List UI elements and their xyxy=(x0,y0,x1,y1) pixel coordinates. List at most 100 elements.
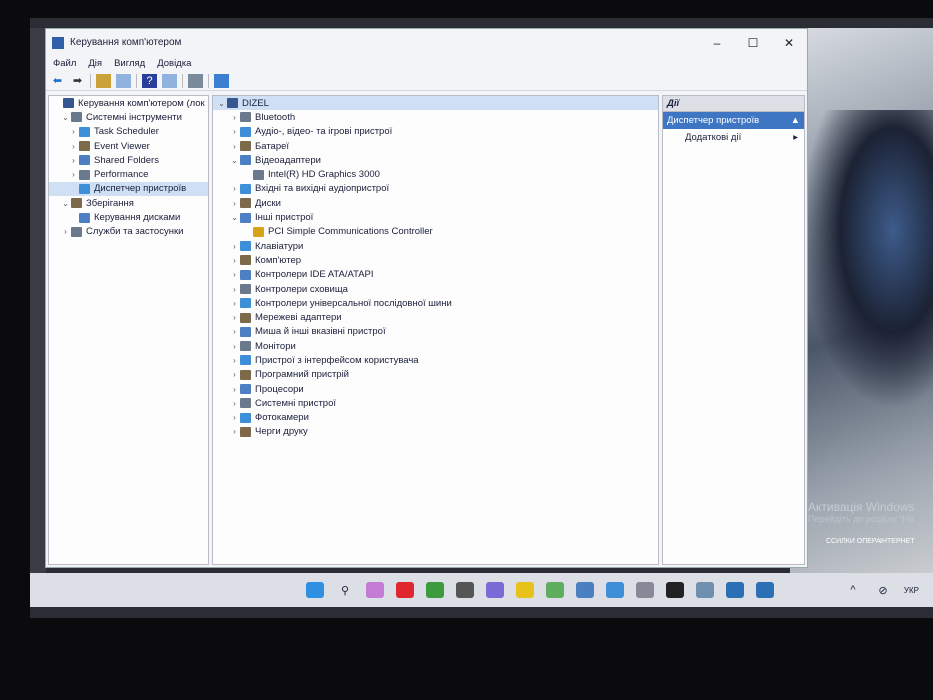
tree-item[interactable]: ⌄ Зберігання xyxy=(49,196,208,210)
tree-item[interactable]: › Контролери універсальної послідовної ши… xyxy=(213,296,658,310)
tree-item[interactable]: › Миша й інші вказівні пристрої xyxy=(213,325,658,339)
help-icon[interactable]: ? xyxy=(142,73,157,88)
expand-chevron-icon[interactable]: › xyxy=(229,142,240,151)
expand-chevron-icon[interactable]: › xyxy=(229,127,240,136)
menu-view[interactable]: Вигляд xyxy=(114,58,145,69)
show-hidden-icons[interactable]: ^ xyxy=(844,582,862,598)
chrome-icon[interactable] xyxy=(426,582,444,598)
app3-icon[interactable] xyxy=(726,582,744,598)
tree-item[interactable]: › Процесори xyxy=(213,382,658,396)
tree-item[interactable]: › Черги друку xyxy=(213,425,658,439)
tree-item[interactable]: › Пристрої з інтерфейсом користувача xyxy=(213,353,658,367)
expand-chevron-icon[interactable]: ⌄ xyxy=(229,213,240,222)
tree-item[interactable]: › Батареї xyxy=(213,139,658,153)
xbox-icon[interactable] xyxy=(666,582,684,598)
language-indicator[interactable]: УКР xyxy=(904,586,919,595)
tree-item[interactable]: ⌄ Інші пристрої xyxy=(213,210,658,224)
menu-action[interactable]: Дія xyxy=(88,58,102,69)
app2-icon[interactable] xyxy=(516,582,534,598)
tree-item[interactable]: Диспетчер пристроїв xyxy=(49,181,208,197)
tree-item[interactable]: Керування комп'ютером (лок xyxy=(49,96,208,110)
tree-item[interactable]: › Комп'ютер xyxy=(213,253,658,267)
tree-item[interactable]: › Аудіо-, відео- та ігрові пристрої xyxy=(213,125,658,139)
expand-chevron-icon[interactable]: › xyxy=(229,356,240,365)
monitor-icon[interactable] xyxy=(214,73,229,88)
actions-section-device-manager[interactable]: Диспетчер пристроїв ▲ xyxy=(663,112,804,129)
tree-item[interactable]: PCI Simple Communications Controller xyxy=(213,225,658,239)
desktop-icon-internet[interactable]: ІНТЕРНЕТ xyxy=(880,538,915,545)
utorrent-icon[interactable] xyxy=(546,582,564,598)
network-offline-icon[interactable]: ⊘ xyxy=(874,582,892,598)
camera-icon[interactable] xyxy=(696,582,714,598)
expand-chevron-icon[interactable]: › xyxy=(68,170,79,179)
expand-chevron-icon[interactable]: › xyxy=(229,342,240,351)
expand-chevron-icon[interactable]: ⌄ xyxy=(60,199,71,208)
app-icon[interactable] xyxy=(456,582,474,598)
expand-chevron-icon[interactable]: ⌄ xyxy=(229,156,240,165)
device-manager-icon[interactable] xyxy=(756,582,774,598)
menu-help[interactable]: Довідка xyxy=(157,58,191,69)
expand-chevron-icon[interactable]: › xyxy=(229,199,240,208)
up-folder-icon[interactable] xyxy=(96,73,111,88)
expand-chevron-icon[interactable]: › xyxy=(229,299,240,308)
expand-chevron-icon[interactable]: › xyxy=(229,270,240,279)
media-icon[interactable] xyxy=(486,582,504,598)
maximize-button[interactable]: ☐ xyxy=(735,36,771,50)
clock-icon[interactable] xyxy=(636,582,654,598)
tree-item[interactable]: › Програмний пристрій xyxy=(213,368,658,382)
tree-item[interactable]: Керування дисками xyxy=(49,210,208,224)
tree-item[interactable]: › Контролери сховища xyxy=(213,282,658,296)
expand-chevron-icon[interactable]: › xyxy=(229,313,240,322)
expand-chevron-icon[interactable]: › xyxy=(229,385,240,394)
expand-chevron-icon[interactable]: ⌄ xyxy=(216,99,227,108)
tree-item[interactable]: ⌄ Відеоадаптери xyxy=(213,153,658,167)
tree-item[interactable]: › Служби та застосунки xyxy=(49,225,208,239)
expand-chevron-icon[interactable]: › xyxy=(229,184,240,193)
tree-item[interactable]: › Фотокамери xyxy=(213,411,658,425)
tree-item[interactable]: › Bluetooth xyxy=(213,110,658,124)
expand-chevron-icon[interactable]: › xyxy=(229,285,240,294)
expand-chevron-icon[interactable]: › xyxy=(229,399,240,408)
tree-item[interactable]: › Shared Folders xyxy=(49,153,208,167)
desktop-icon-opera-links[interactable]: ССИЛКИ ОПЕРА xyxy=(826,538,881,545)
tree-item[interactable]: › Клавіатури xyxy=(213,239,658,253)
more-actions[interactable]: Додаткові дії ▸ xyxy=(663,129,804,146)
tree-item[interactable]: › Task Scheduler xyxy=(49,125,208,139)
tree-item[interactable]: › Контролери IDE ATA/ATAPI xyxy=(213,268,658,282)
close-button[interactable]: ✕ xyxy=(771,36,807,50)
expand-chevron-icon[interactable]: › xyxy=(68,142,79,151)
expand-chevron-icon[interactable]: › xyxy=(229,327,240,336)
tree-item[interactable]: › Монітори xyxy=(213,339,658,353)
expand-chevron-icon[interactable]: › xyxy=(229,413,240,422)
expand-chevron-icon[interactable]: › xyxy=(68,156,79,165)
tree-item[interactable]: › Вхідні та вихідні аудіопристрої xyxy=(213,182,658,196)
notepad-icon[interactable] xyxy=(606,582,624,598)
tree-item[interactable]: › Performance xyxy=(49,167,208,181)
tree-item[interactable]: › Системні пристрої xyxy=(213,396,658,410)
minimize-button[interactable]: – xyxy=(699,36,735,50)
forward-icon[interactable]: ➡ xyxy=(70,74,85,88)
tree-item[interactable]: › Мережеві адаптери xyxy=(213,310,658,324)
search-icon[interactable]: ⚲ xyxy=(336,582,354,598)
expand-chevron-icon[interactable]: › xyxy=(60,227,71,236)
expand-chevron-icon[interactable]: ⌄ xyxy=(60,113,71,122)
action-pane-icon[interactable] xyxy=(162,73,177,88)
expand-chevron-icon[interactable]: › xyxy=(229,427,240,436)
start-icon[interactable] xyxy=(306,582,324,598)
expand-chevron-icon[interactable]: › xyxy=(68,127,79,136)
tree-item[interactable]: › Event Viewer xyxy=(49,139,208,153)
tree-item[interactable]: ⌄ DIZEL xyxy=(213,96,658,111)
show-hide-tree-icon[interactable] xyxy=(116,73,131,88)
back-icon[interactable]: ⬅ xyxy=(50,74,65,88)
tree-item[interactable]: ⌄ Системні інструменти xyxy=(49,110,208,124)
menu-file[interactable]: Файл xyxy=(53,58,76,69)
expand-chevron-icon[interactable]: › xyxy=(229,242,240,251)
expand-chevron-icon[interactable]: › xyxy=(229,113,240,122)
tree-item[interactable]: Intel(R) HD Graphics 3000 xyxy=(213,167,658,181)
calculator-icon[interactable] xyxy=(576,582,594,598)
scan-hardware-icon[interactable] xyxy=(188,73,203,88)
tree-item[interactable]: › Диски xyxy=(213,196,658,210)
expand-chevron-icon[interactable]: › xyxy=(229,370,240,379)
copilot-icon[interactable] xyxy=(366,582,384,598)
expand-chevron-icon[interactable]: › xyxy=(229,256,240,265)
